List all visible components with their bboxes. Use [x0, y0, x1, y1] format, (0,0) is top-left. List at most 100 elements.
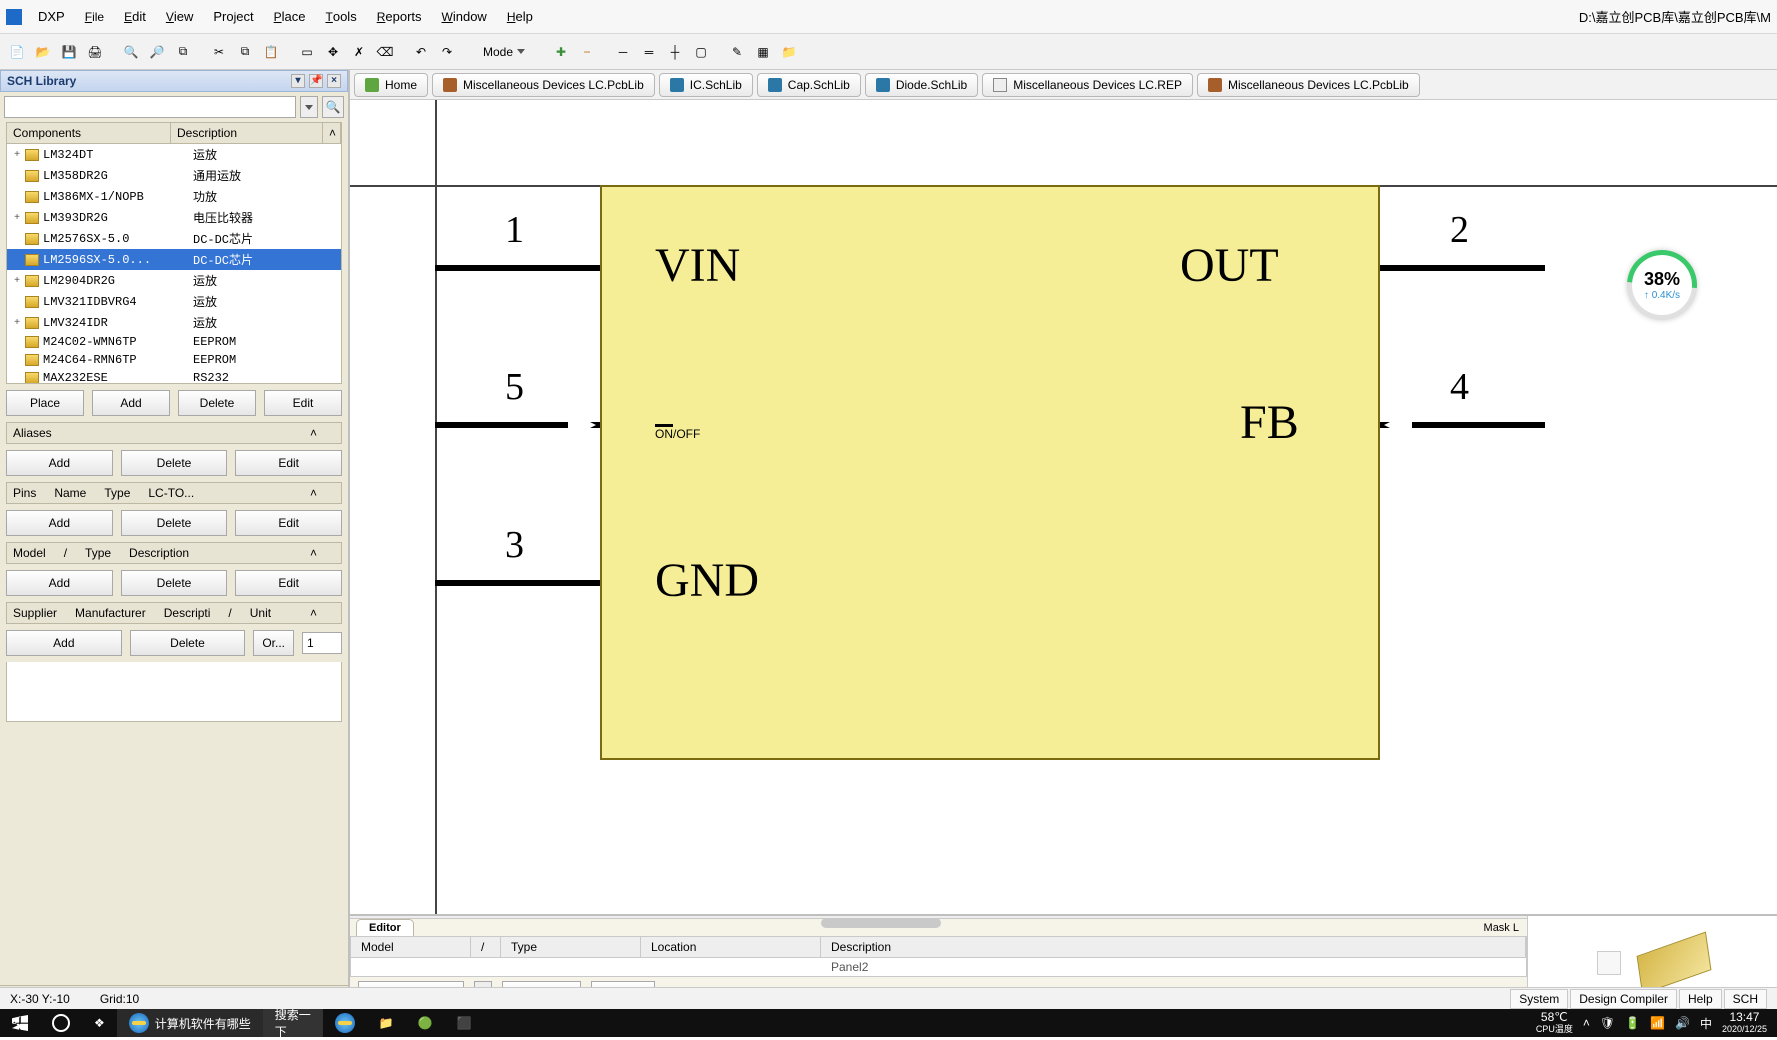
editor-tab[interactable]: Editor [356, 919, 414, 936]
component-row[interactable]: LM358DR2G通用运放 [7, 165, 341, 186]
component-row[interactable]: LMV321IDBVRG4运放 [7, 291, 341, 312]
zoom-out-icon[interactable]: 🔎 [146, 41, 168, 63]
tray-battery-icon[interactable]: 🔋 [1625, 1016, 1640, 1030]
doc-tab-home[interactable]: Home [354, 73, 428, 97]
folder-icon[interactable]: 📁 [778, 41, 800, 63]
tray-ime[interactable]: 中 [1700, 1015, 1712, 1032]
taskbar-ie[interactable]: 计算机软件有哪些 [117, 1009, 263, 1037]
doc-tab-pcblib1[interactable]: Miscellaneous Devices LC.PcbLib [432, 73, 655, 97]
component-row[interactable]: M24C02-WMN6TPEEPROM [7, 333, 341, 351]
file-menu[interactable]: File [75, 5, 114, 28]
window-menu[interactable]: Window [432, 5, 497, 28]
tray-temperature[interactable]: 58℃CPU温度 [1536, 1011, 1573, 1035]
doc-tab-diode[interactable]: Diode.SchLib [865, 73, 978, 97]
panel-close-icon[interactable]: × [327, 74, 341, 88]
delete-button[interactable]: Delete [178, 390, 256, 416]
pencil-icon[interactable]: ✎ [726, 41, 748, 63]
component-row[interactable]: LM386MX-1/NOPB功放 [7, 186, 341, 207]
col-desc[interactable]: Description [821, 937, 1526, 957]
new-icon[interactable]: 📄 [6, 41, 28, 63]
components-grid[interactable]: +LM324DT运放LM358DR2G通用运放LM386MX-1/NOPB功放+… [6, 144, 342, 384]
component-row[interactable]: M24C64-RMN6TPEEPROM [7, 351, 341, 369]
tray-clock[interactable]: 13:472020/12/25 [1722, 1011, 1767, 1035]
save-icon[interactable]: 💾 [58, 41, 80, 63]
view-menu[interactable]: View [156, 5, 204, 28]
aliases-edit-button[interactable]: Edit [235, 450, 342, 476]
mode-dropdown[interactable]: Mode [472, 42, 536, 62]
col-model[interactable]: Model [351, 937, 471, 957]
clear-icon[interactable]: ⌫ [374, 41, 396, 63]
filter-dropdown[interactable] [300, 96, 318, 118]
project-menu[interactable]: Project [203, 5, 263, 28]
component-row[interactable]: +LM2904DR2G运放 [7, 270, 341, 291]
taskbar-explorer[interactable]: 📁 [367, 1009, 406, 1037]
status-system[interactable]: System [1510, 989, 1568, 1009]
status-sch[interactable]: SCH [1724, 989, 1767, 1009]
component-row[interactable]: +LMV324IDR运放 [7, 312, 341, 333]
schematic-canvas[interactable]: 1 VIN 5 ON/OFF 3 GND 2 OUT 4 FB [350, 100, 1777, 914]
component-row[interactable]: +LM324DT运放 [7, 144, 341, 165]
editor-grid-body[interactable]: Panel2 [350, 958, 1527, 977]
component-row[interactable]: LM2576SX-5.0DC-DC芯片 [7, 228, 341, 249]
taskbar-app2[interactable]: ⬛ [445, 1009, 484, 1037]
grid-icon[interactable]: ▦ [752, 41, 774, 63]
tools-menu[interactable]: Tools [316, 5, 367, 28]
col-description[interactable]: Description [171, 123, 323, 143]
tray-chevron-icon[interactable]: ˄ [1583, 1016, 1590, 1030]
status-design-compiler[interactable]: Design Compiler [1570, 989, 1677, 1009]
component-row[interactable]: MAX232ESERS232 [7, 369, 341, 384]
start-button[interactable] [0, 1009, 40, 1037]
expand-icon[interactable]: + [9, 212, 25, 223]
status-help[interactable]: Help [1679, 989, 1722, 1009]
preview-tool-icon[interactable] [1597, 951, 1621, 975]
model-delete-button[interactable]: Delete [121, 570, 228, 596]
pins-delete-button[interactable]: Delete [121, 510, 228, 536]
edit-button[interactable]: Edit [264, 390, 342, 416]
dxp-menu[interactable]: DXP [28, 5, 75, 28]
redo-icon[interactable]: ↷ [436, 41, 458, 63]
remove-part-icon[interactable]: − [576, 41, 598, 63]
place-menu[interactable]: Place [264, 5, 316, 28]
expand-icon[interactable]: + [9, 317, 25, 328]
zoom-in-icon[interactable]: 🔍 [120, 41, 142, 63]
doc-tab-ic[interactable]: IC.SchLib [659, 73, 753, 97]
help-menu[interactable]: Help [497, 5, 543, 28]
component-row[interactable]: +LM393DR2G电压比较器 [7, 207, 341, 228]
col-type[interactable]: Type [501, 937, 641, 957]
mask-label[interactable]: Mask L [1476, 920, 1527, 936]
task-view[interactable]: ❖ [82, 1009, 117, 1037]
supplier-delete-button[interactable]: Delete [130, 630, 246, 656]
deselect-icon[interactable]: ✗ [348, 41, 370, 63]
move-icon[interactable]: ✥ [322, 41, 344, 63]
network-gauge-overlay[interactable]: 38% ↑ 0.4K/s [1627, 250, 1697, 320]
taskbar-ie2[interactable] [323, 1009, 367, 1037]
component-row[interactable]: LM2596SX-5.0...DC-DC芯片 [7, 249, 341, 270]
place-button[interactable]: Place [6, 390, 84, 416]
reports-menu[interactable]: Reports [367, 5, 432, 28]
supplier-qty-stepper[interactable]: 1 [302, 632, 342, 654]
edit-menu[interactable]: Edit [114, 5, 156, 28]
doc-tab-cap[interactable]: Cap.SchLib [757, 73, 861, 97]
paste-icon[interactable]: 📋 [260, 41, 282, 63]
supplier-or-button[interactable]: Or... [253, 630, 294, 656]
aliases-delete-button[interactable]: Delete [121, 450, 228, 476]
aliases-add-button[interactable]: Add [6, 450, 113, 476]
zoom-fit-icon[interactable]: ⧉ [172, 41, 194, 63]
panel-pin-icon[interactable]: 📌 [309, 74, 323, 88]
copy-icon[interactable]: ⧉ [234, 41, 256, 63]
doc-tab-rep[interactable]: Miscellaneous Devices LC.REP [982, 73, 1193, 97]
search-icon[interactable]: 🔍 [322, 96, 344, 118]
tray-wifi-icon[interactable]: 📶 [1650, 1016, 1665, 1030]
tray-security-icon[interactable]: 🛡 [1600, 1016, 1615, 1030]
open-icon[interactable]: 📂 [32, 41, 54, 63]
expand-icon[interactable]: + [9, 149, 25, 160]
pins-edit-button[interactable]: Edit [235, 510, 342, 536]
col-location[interactable]: Location [641, 937, 821, 957]
tray-volume-icon[interactable]: 🔊 [1675, 1016, 1690, 1030]
col-components[interactable]: Components [7, 123, 171, 143]
add-button[interactable]: Add [92, 390, 170, 416]
cortana-search[interactable] [40, 1009, 82, 1037]
pins-add-button[interactable]: Add [6, 510, 113, 536]
wire-icon[interactable]: ─ [612, 41, 634, 63]
undo-icon[interactable]: ↶ [410, 41, 432, 63]
